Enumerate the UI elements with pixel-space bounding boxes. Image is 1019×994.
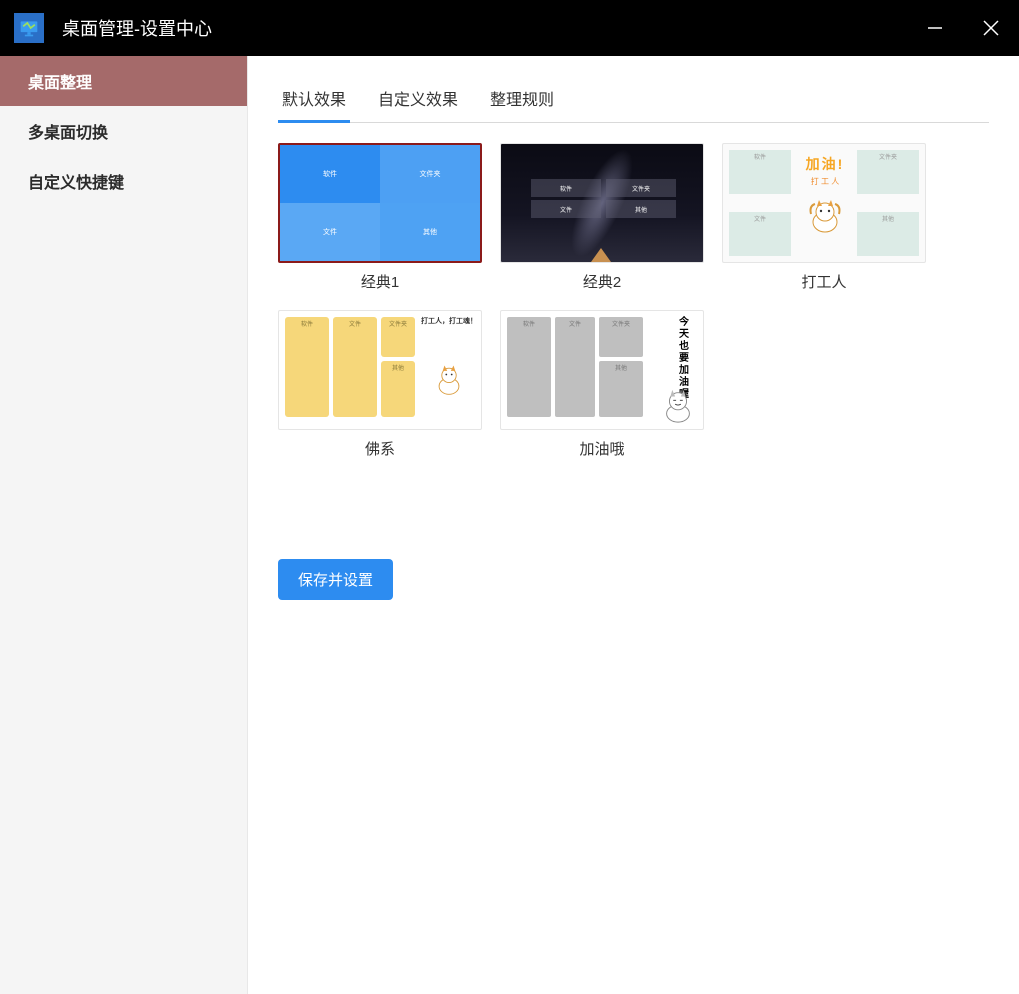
tile-label: 软件 [280,145,380,203]
theme-label: 佛系 [365,438,395,459]
tile-label: 文件夹 [857,150,919,194]
tile-label: 软件 [285,317,329,417]
theme-card-classic1[interactable]: 软件 文件夹 文件 其他 经典1 [278,143,482,292]
theme-grid: 软件 文件夹 文件 其他 经典1 软件 文件夹 文件 其他 经典2 [278,143,989,459]
tile-label: 文件夹 [606,179,676,197]
theme-thumb-classic1: 软件 文件夹 文件 其他 [278,143,482,263]
theme-card-jiayou[interactable]: 软件 文件 文件夹 其他 今天也要加油喔 加油哦 [500,310,704,459]
minimize-button[interactable] [907,0,963,56]
tabs: 默认效果 自定义效果 整理规则 [278,76,989,123]
worker-subtitle: 打 工 人 [793,176,857,187]
tile-label: 文件夹 [380,145,480,203]
main-content: 默认效果 自定义效果 整理规则 软件 文件夹 文件 其他 经典1 软件 [248,56,1019,994]
sidebar-item-custom-shortcut[interactable]: 自定义快捷键 [0,156,247,206]
save-and-apply-button[interactable]: 保存并设置 [278,559,393,600]
theme-thumb-foxi: 软件 文件 文件夹 其他 打工人，打工魂！ [278,310,482,430]
tile-label: 文件夹 [381,317,415,357]
theme-thumb-jiayou: 软件 文件 文件夹 其他 今天也要加油喔 [500,310,704,430]
theme-label: 经典2 [583,271,621,292]
foxi-banner: 打工人，打工魂！ [421,317,477,327]
tile-label: 其他 [381,361,415,417]
tile-label: 其他 [599,361,643,417]
cat-icon [659,387,697,425]
theme-label: 经典1 [361,271,399,292]
app-icon [14,13,44,43]
sidebar-item-multi-desktop[interactable]: 多桌面切换 [0,106,247,156]
tile-label: 文件 [531,200,601,218]
tile-label: 软件 [507,317,551,417]
theme-label: 加油哦 [579,438,624,459]
theme-label: 打工人 [801,271,846,292]
tile-label: 其他 [606,200,676,218]
tab-organize-rules[interactable]: 整理规则 [486,76,558,122]
close-button[interactable] [963,0,1019,56]
tab-custom-effect[interactable]: 自定义效果 [374,76,462,122]
tab-default-effect[interactable]: 默认效果 [278,76,350,122]
tile-label: 其他 [857,212,919,256]
tile-label: 软件 [729,150,791,194]
theme-thumb-classic2: 软件 文件夹 文件 其他 [500,143,704,263]
theme-card-foxi[interactable]: 软件 文件 文件夹 其他 打工人，打工魂！ 佛系 [278,310,482,459]
cat-icon [805,196,845,236]
tile-label: 软件 [531,179,601,197]
tile-label: 文件 [729,212,791,256]
theme-card-classic2[interactable]: 软件 文件夹 文件 其他 经典2 [500,143,704,292]
tile-label: 文件夹 [599,317,643,357]
worker-title: 加油! [793,154,857,174]
window-title: 桌面管理-设置中心 [62,15,212,41]
tile-label: 其他 [380,203,480,261]
theme-card-worker[interactable]: 软件 文件夹 文件 其他 加油! 打 工 人 打工人 [722,143,926,292]
sidebar-item-desktop-organize[interactable]: 桌面整理 [0,56,247,106]
theme-thumb-worker: 软件 文件夹 文件 其他 加油! 打 工 人 [722,143,926,263]
tile-label: 文件 [280,203,380,261]
tile-label: 文件 [555,317,595,417]
tile-label: 文件 [333,317,377,417]
titlebar: 桌面管理-设置中心 [0,0,1019,56]
cat-icon [431,361,467,397]
sidebar: 桌面整理 多桌面切换 自定义快捷键 [0,56,248,994]
